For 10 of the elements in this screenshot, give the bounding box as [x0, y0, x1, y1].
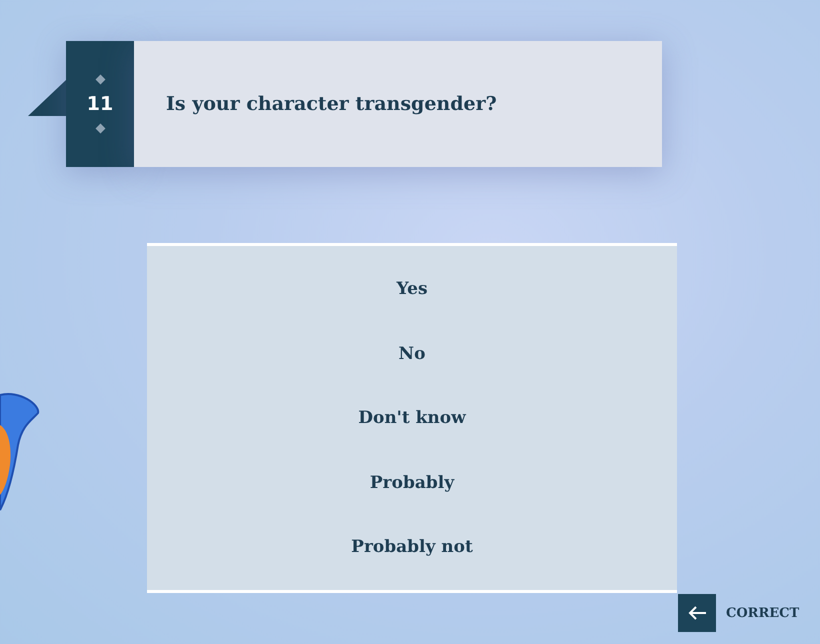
back-arrow-button[interactable]	[678, 594, 716, 632]
question-number: 11	[86, 93, 114, 115]
answer-option[interactable]: Yes	[386, 257, 438, 322]
left-arrow-icon	[687, 605, 707, 621]
answer-option[interactable]: Probably not	[341, 515, 483, 580]
question-text: Is your character transgender?	[166, 93, 497, 115]
correct-link[interactable]: CORRECT	[726, 606, 800, 620]
answer-option[interactable]: Probably	[360, 450, 464, 515]
answer-option[interactable]: No	[388, 322, 436, 386]
answer-option[interactable]: Don't know	[348, 386, 476, 450]
